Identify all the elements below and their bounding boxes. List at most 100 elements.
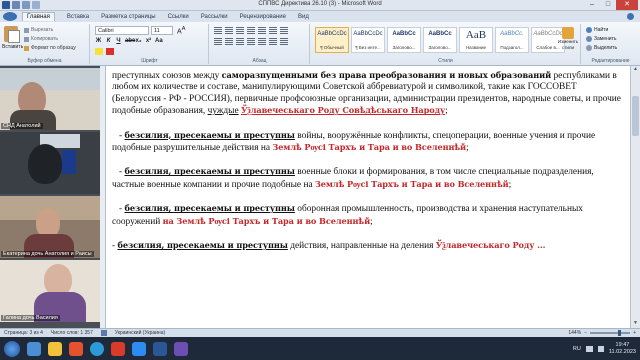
copy-button[interactable]: Копировать <box>24 36 58 42</box>
borders-icon[interactable] <box>280 38 288 45</box>
clock[interactable]: 19:47 11.02.2023 <box>609 342 636 356</box>
decrease-indent-icon[interactable] <box>247 27 255 34</box>
font-size-select[interactable]: 11 <box>151 26 173 35</box>
participant-video <box>28 144 62 184</box>
zoom-slider-thumb[interactable] <box>618 330 622 336</box>
scroll-thumb[interactable] <box>632 96 639 136</box>
participant-tile[interactable]: Екатерина дочь Анатолия и Раисы <box>0 196 100 258</box>
help-icon[interactable] <box>627 13 634 20</box>
cut-button[interactable]: Вырезать <box>24 27 53 33</box>
volume-icon[interactable] <box>597 345 604 352</box>
minimize-button[interactable]: – <box>584 0 600 10</box>
page-count[interactable]: Страница: 3 из 4 <box>4 330 43 336</box>
editing-group-label: Редактирование <box>591 58 630 64</box>
word-count[interactable]: Число слов: 1 357 <box>51 330 93 336</box>
zoom-level[interactable]: 144% <box>568 330 581 336</box>
close-button[interactable]: ✕ <box>616 0 638 10</box>
font-name-select[interactable]: Calibri <box>95 26 149 35</box>
format-painter-button[interactable]: Формат по образцу <box>24 45 76 51</box>
zoom-out-icon[interactable]: − <box>584 330 587 336</box>
increase-indent-icon[interactable] <box>258 27 266 34</box>
tab-insert[interactable]: Вставка <box>67 14 89 20</box>
paragraph: - безсилия, пресекаемы и преступны дейст… <box>112 240 546 252</box>
clipboard-group-label: Буфер обмена <box>27 58 62 64</box>
zoom-app-icon[interactable] <box>132 341 146 356</box>
telegram-icon[interactable] <box>90 341 104 356</box>
tab-page-layout[interactable]: Разметка страницы <box>101 14 155 20</box>
paragraph-group-label: Абзац <box>252 58 267 64</box>
style-subtitle[interactable]: AaBbCc. Подзагол... <box>495 27 529 53</box>
multilevel-list-icon[interactable] <box>236 27 244 34</box>
ribbon: Вставить Вырезать Копировать Формат по о… <box>0 22 640 66</box>
document-page[interactable]: преступных союзов между самоpазпущенными… <box>106 66 630 328</box>
zoom-slider[interactable] <box>590 330 631 336</box>
start-button[interactable] <box>4 340 20 357</box>
vertical-scrollbar[interactable]: ▲ ▼ <box>630 66 640 328</box>
participant-name: Екатерина дочь Анатолия и Раисы <box>1 251 94 257</box>
change-styles-icon <box>562 27 574 39</box>
highlight-color-icon[interactable] <box>95 48 103 55</box>
participant-tile[interactable]: СНД Анатолий <box>0 68 100 130</box>
replace-button[interactable]: Заменить <box>586 36 616 42</box>
style-heading-2[interactable]: AaBbCc Заголово... <box>423 27 457 53</box>
line-spacing-icon[interactable] <box>258 38 266 45</box>
scroll-up-icon[interactable]: ▲ <box>632 66 639 74</box>
font-color-icon[interactable] <box>106 48 114 55</box>
sort-icon[interactable] <box>269 27 277 34</box>
participant-tile[interactable]: Галина дочь Василия <box>0 260 100 322</box>
spellcheck-icon[interactable] <box>100 330 107 336</box>
browser-icon[interactable] <box>69 341 83 356</box>
tab-references[interactable]: Ссылки <box>168 14 189 20</box>
explorer-icon[interactable] <box>27 341 41 356</box>
find-button[interactable]: Найти <box>586 27 608 33</box>
change-case-button[interactable]: Aa <box>155 38 163 44</box>
tab-view[interactable]: Вид <box>298 14 309 20</box>
bold-button[interactable]: Ж <box>95 38 102 44</box>
numbering-icon[interactable] <box>225 27 233 34</box>
word-app-icon[interactable] <box>153 341 167 356</box>
bullets-icon[interactable] <box>214 27 222 34</box>
justify-icon[interactable] <box>247 38 255 45</box>
style-heading-1[interactable]: AaBbCc Заголово... <box>387 27 421 53</box>
paragraph-group: Абзац <box>210 24 310 64</box>
subscript-button[interactable]: x₂ <box>135 38 142 44</box>
align-right-icon[interactable] <box>236 38 244 45</box>
zoom-in-icon[interactable]: + <box>633 330 636 336</box>
italic-button[interactable]: К <box>105 38 112 44</box>
paragraph: - безсилия, пресекаемы и преступны военн… <box>112 166 594 190</box>
video-call-panel: СНД Анатолий Екатерина дочь Анатолия и Р… <box>0 66 100 328</box>
font-group: Calibri 11 AA Ж К Ч abe x₂ x² Aa Шрифт <box>91 24 209 64</box>
select-button[interactable]: Выделить <box>586 45 617 51</box>
maximize-button[interactable]: □ <box>600 0 616 10</box>
paste-button[interactable]: Вставить <box>2 44 23 50</box>
language[interactable]: Украинский (Украина) <box>115 330 165 336</box>
language-indicator[interactable]: RU <box>573 346 581 352</box>
underline-button[interactable]: Ч <box>115 38 122 44</box>
style-normal[interactable]: AaBbCcDc ¶ Обычный <box>315 27 349 53</box>
style-no-spacing[interactable]: AaBbCcDc ¶ Без инте... <box>351 27 385 53</box>
paragraph: - безсилия, пресекаемы и преступны оборо… <box>112 203 583 227</box>
office-button[interactable] <box>3 12 17 21</box>
network-icon[interactable] <box>585 345 593 352</box>
participant-name: СНД Анатолий <box>1 123 43 129</box>
superscript-button[interactable]: x² <box>145 38 152 44</box>
shading-icon[interactable] <box>269 38 277 45</box>
pilcrow-icon[interactable] <box>280 27 288 34</box>
participant-tile[interactable] <box>0 132 100 194</box>
tab-home[interactable]: Главная <box>22 12 55 21</box>
paste-icon[interactable] <box>4 26 20 43</box>
strikethrough-button[interactable]: abe <box>125 38 135 44</box>
align-left-icon[interactable] <box>214 38 222 45</box>
media-icon[interactable] <box>111 341 125 356</box>
scroll-down-icon[interactable]: ▼ <box>632 320 639 328</box>
styles-group-label: Стили <box>438 58 453 64</box>
document-area[interactable]: преступных союзов между самоpазпущенными… <box>100 66 630 328</box>
style-title[interactable]: AaB Название <box>459 27 493 53</box>
align-center-icon[interactable] <box>225 38 233 45</box>
tab-review[interactable]: Рецензирование <box>240 14 286 20</box>
folder-icon[interactable] <box>48 341 62 356</box>
app-icon[interactable] <box>174 341 188 356</box>
grow-font-icon[interactable]: AA <box>177 26 186 35</box>
change-styles-button[interactable]: Изменить стили <box>557 27 579 57</box>
tab-mailings[interactable]: Рассылки <box>201 14 228 20</box>
